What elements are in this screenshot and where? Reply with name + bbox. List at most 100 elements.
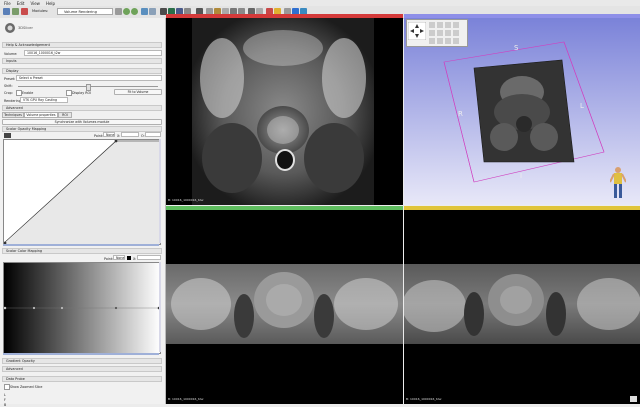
color-x-field[interactable] bbox=[137, 255, 161, 260]
color-range-slider[interactable] bbox=[3, 353, 159, 355]
crop-label: Crop: bbox=[4, 91, 13, 95]
help-section-header[interactable]: Help & Acknowledgement bbox=[2, 42, 162, 48]
orient-l-label: L bbox=[580, 102, 584, 110]
python-icon[interactable] bbox=[141, 8, 148, 15]
tab-roi-label: ROI bbox=[62, 113, 68, 117]
search-icon[interactable] bbox=[115, 8, 122, 15]
scalar-color-section-header[interactable]: Scalar Color Mapping bbox=[2, 248, 162, 254]
3d-view-controller-bar[interactable] bbox=[404, 14, 640, 18]
probe-f-label: F bbox=[4, 398, 6, 402]
rendering-method-selector[interactable]: VTK GPU Ray Casting bbox=[20, 97, 68, 103]
green-slice-view[interactable]: B: 10016_1000016_t2w bbox=[166, 206, 403, 404]
module-name: Volume Rendering bbox=[64, 10, 97, 14]
rendering-method-value: VTK GPU Ray Casting bbox=[23, 98, 57, 102]
menu-edit[interactable]: Edit bbox=[17, 1, 25, 6]
axial-image bbox=[192, 18, 374, 205]
color-point-selector[interactable]: None bbox=[113, 255, 125, 260]
advanced-section-header[interactable]: Advanced bbox=[2, 105, 162, 111]
tab-volume-properties[interactable]: Volume properties bbox=[24, 112, 58, 118]
opacity-function-plot bbox=[4, 140, 160, 244]
synchronize-button[interactable]: Synchronize with Volumes module bbox=[2, 119, 162, 125]
save-icon[interactable] bbox=[21, 8, 28, 15]
green-view-controller-bar[interactable] bbox=[166, 206, 403, 210]
color-scrollbar[interactable] bbox=[159, 262, 161, 352]
yellow-slice-view[interactable]: B: 10016_1000016_t2w bbox=[404, 206, 640, 404]
roll-icon[interactable] bbox=[437, 22, 443, 28]
tab-techniques-label: Techniques bbox=[4, 113, 22, 117]
data-probe-section-header[interactable]: Data Probe bbox=[2, 376, 162, 382]
opacity-scrollbar[interactable] bbox=[159, 139, 161, 243]
orientation-pad-icon[interactable] bbox=[408, 22, 426, 40]
fit-to-volume-button[interactable]: Fit to Volume bbox=[114, 89, 162, 95]
color-control-point[interactable] bbox=[32, 306, 36, 310]
color-control-point[interactable] bbox=[4, 306, 7, 310]
display-section-label: Display bbox=[6, 69, 19, 73]
volume-selector[interactable]: 10016_1000016_t2w bbox=[24, 50, 162, 56]
menu-help[interactable]: Help bbox=[46, 1, 55, 6]
menu-file[interactable]: File bbox=[4, 1, 11, 6]
gradient-opacity-section-label: Gradient Opacity bbox=[6, 359, 35, 363]
modules-label: Modules: bbox=[32, 9, 49, 13]
menu-view[interactable]: View bbox=[30, 1, 40, 6]
display-roi-label: Display ROI bbox=[72, 91, 92, 95]
preset-selector[interactable]: Select a Preset bbox=[16, 75, 162, 81]
inputs-section-label: Inputs bbox=[6, 59, 17, 63]
orientation-marker-icon bbox=[610, 167, 626, 198]
opacity-x-field[interactable] bbox=[121, 132, 139, 137]
display-section-header[interactable]: Display bbox=[2, 68, 162, 74]
volume-value: 10016_1000016_t2w bbox=[27, 51, 61, 55]
forward-icon[interactable] bbox=[131, 8, 138, 15]
data-probe-section-label: Data Probe bbox=[6, 377, 25, 381]
scalar-opacity-canvas[interactable] bbox=[3, 139, 161, 245]
pitch-icon[interactable] bbox=[429, 22, 435, 28]
back-icon[interactable] bbox=[123, 8, 130, 15]
tab-volume-properties-label: Volume properties bbox=[26, 113, 56, 117]
color-point-label: Point: bbox=[104, 257, 114, 261]
tab-techniques[interactable]: Techniques bbox=[2, 112, 24, 118]
zoom-in-icon[interactable] bbox=[453, 22, 459, 28]
opacity-point-selector[interactable]: None bbox=[103, 132, 115, 137]
shift-slider-handle[interactable] bbox=[86, 84, 91, 91]
shift-label: Shift: bbox=[4, 84, 13, 88]
sagittal-image bbox=[404, 264, 640, 344]
screenshot-icon[interactable] bbox=[149, 8, 156, 15]
yellow-view-controller-bar[interactable] bbox=[404, 206, 640, 210]
scalar-opacity-section-label: Scalar Opacity Mapping bbox=[6, 127, 47, 131]
orient-i-label: I bbox=[520, 172, 523, 180]
opacity-o-field[interactable] bbox=[145, 132, 161, 137]
scalar-color-section-label: Scalar Color Mapping bbox=[6, 249, 43, 253]
yaw-icon[interactable] bbox=[445, 22, 451, 28]
color-x-label: X: bbox=[133, 257, 137, 261]
inputs-section-header[interactable]: Inputs bbox=[2, 58, 162, 64]
preset-value: Select a Preset bbox=[19, 76, 43, 80]
color-swatch[interactable] bbox=[127, 256, 131, 260]
module-selector[interactable]: Volume Rendering bbox=[57, 8, 113, 15]
color-control-point[interactable] bbox=[60, 306, 64, 310]
probe-l-label: L bbox=[4, 393, 6, 397]
color-control-point[interactable] bbox=[114, 306, 118, 310]
status-corner-icon bbox=[630, 396, 637, 402]
red-slice-view[interactable]: B: 10016_1000016_t2w bbox=[166, 14, 403, 205]
dicom-icon[interactable] bbox=[12, 8, 19, 15]
scalar-color-canvas[interactable] bbox=[3, 262, 161, 354]
load-data-icon[interactable] bbox=[3, 8, 10, 15]
orient-r-label: R bbox=[458, 110, 463, 118]
preset-label: Preset: bbox=[4, 77, 16, 81]
tab-roi[interactable]: ROI bbox=[58, 112, 72, 118]
opacity-range-slider[interactable] bbox=[3, 244, 159, 246]
red-view-volume-label: B: 10016_1000016_t2w bbox=[168, 198, 204, 202]
gradient-opacity-section-header[interactable]: Gradient Opacity bbox=[2, 358, 162, 364]
volume-label: Volume: bbox=[4, 52, 18, 56]
3d-view[interactable]: S R L I bbox=[404, 14, 640, 205]
slicer-logo-icon bbox=[5, 23, 15, 33]
fit-to-volume-label: Fit to Volume bbox=[127, 90, 149, 94]
advanced2-section-header[interactable]: Advanced bbox=[2, 366, 162, 372]
enable-label: Enable bbox=[22, 91, 34, 95]
advanced-section-label: Advanced bbox=[6, 106, 23, 110]
color-point-value: None bbox=[116, 256, 125, 260]
help-section-label: Help & Acknowledgement bbox=[6, 43, 50, 47]
opacity-point-label: Point: bbox=[94, 134, 104, 138]
yellow-view-volume-label: B: 10016_1000016_t2w bbox=[406, 397, 442, 401]
opacity-tool-icon[interactable] bbox=[4, 133, 11, 138]
advanced2-section-label: Advanced bbox=[6, 367, 23, 371]
